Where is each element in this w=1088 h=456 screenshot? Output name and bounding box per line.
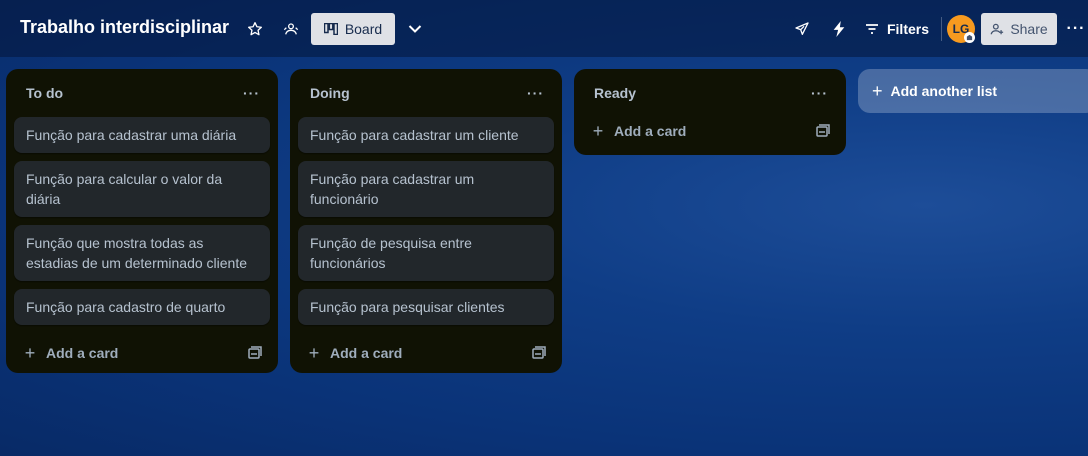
star-button[interactable] — [244, 17, 266, 41]
list-menu-icon[interactable]: ··· — [527, 85, 544, 101]
card-template-icon[interactable] — [248, 346, 262, 360]
filter-icon — [865, 24, 878, 34]
filters-button[interactable]: Filters — [862, 15, 932, 43]
visibility-button[interactable] — [280, 17, 302, 41]
list-title[interactable]: Doing — [310, 85, 350, 101]
list-footer: + Add a card — [14, 333, 270, 373]
list-doing: Doing ··· Função para cadastrar um clien… — [290, 69, 562, 373]
card-template-icon[interactable] — [532, 346, 546, 360]
add-list-label: Add another list — [890, 83, 998, 99]
list-footer: + Add a card — [582, 111, 838, 151]
card[interactable]: Função para pesquisar clientes — [298, 289, 554, 325]
automation-button[interactable] — [828, 17, 850, 41]
add-card-label: Add a card — [614, 123, 687, 139]
card[interactable]: Função para cadastro de quarto — [14, 289, 270, 325]
share-label: Share — [1010, 21, 1048, 37]
header-divider — [941, 17, 942, 41]
card[interactable]: Função para calcular o valor da diária — [14, 161, 270, 217]
workspace-visibility-icon — [283, 23, 299, 35]
list-header: To do ··· — [14, 69, 270, 117]
add-member-icon — [990, 23, 1004, 35]
board-view-label: Board — [344, 21, 383, 37]
list-menu-icon[interactable]: ··· — [243, 85, 260, 101]
add-list-button[interactable]: + Add another list — [858, 69, 1088, 113]
list-title[interactable]: To do — [26, 85, 63, 101]
card[interactable]: Função para cadastrar uma diária — [14, 117, 270, 153]
board-view-button[interactable]: Board — [311, 13, 395, 45]
add-card-label: Add a card — [330, 345, 403, 361]
automation-icon — [833, 21, 845, 37]
star-icon — [248, 22, 262, 36]
list-title[interactable]: Ready — [594, 85, 636, 101]
share-button[interactable]: Share — [981, 13, 1057, 45]
plus-icon: + — [872, 80, 883, 101]
plus-icon: + — [308, 342, 320, 363]
card-template-icon[interactable] — [816, 124, 830, 138]
list-header: Ready ··· — [582, 69, 838, 117]
list-menu-icon[interactable]: ··· — [811, 85, 828, 101]
board-menu-button[interactable]: ··· — [1064, 17, 1088, 41]
power-ups-button[interactable] — [791, 17, 813, 41]
add-card-button[interactable]: + Add a card — [590, 120, 687, 142]
card[interactable]: Função para cadastrar um cliente — [298, 117, 554, 153]
add-card-button[interactable]: + Add a card — [22, 342, 119, 364]
list-ready: Ready ··· + Add a card — [574, 69, 846, 155]
power-ups-icon — [795, 22, 809, 35]
view-switcher-button[interactable] — [404, 17, 426, 41]
board-title[interactable]: Trabalho interdisciplinar — [20, 17, 229, 38]
plus-icon: + — [592, 120, 604, 141]
chevron-down-icon — [408, 25, 422, 33]
board-view-icon — [323, 23, 338, 35]
board-header: Trabalho interdisciplinar Board Filters … — [0, 0, 1088, 57]
plus-icon: + — [24, 342, 36, 363]
add-card-button[interactable]: + Add a card — [306, 342, 403, 364]
filters-label: Filters — [886, 21, 929, 37]
card[interactable]: Função para cadastrar um funcionário — [298, 161, 554, 217]
list-todo: To do ··· Função para cadastrar uma diár… — [6, 69, 278, 373]
card[interactable]: Função de pesquisa entre funcionários — [298, 225, 554, 281]
admin-badge-icon — [964, 32, 975, 43]
list-footer: + Add a card — [298, 333, 554, 373]
add-card-label: Add a card — [46, 345, 119, 361]
list-header: Doing ··· — [298, 69, 554, 117]
card[interactable]: Função que mostra todas as estadias de u… — [14, 225, 270, 281]
